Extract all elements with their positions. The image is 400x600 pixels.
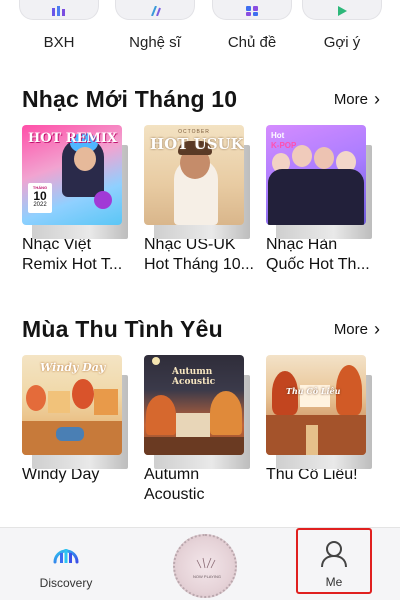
chart-bars-icon (52, 6, 65, 16)
cover-year: 2022 (33, 202, 47, 208)
category-topic[interactable]: Chủ đề (207, 0, 297, 51)
playlist-cover: Thu Cô Liêu (266, 355, 366, 455)
cover-title: Windy Day (40, 361, 106, 374)
more-button[interactable]: More › (334, 320, 380, 338)
disc-art-icon (196, 557, 216, 569)
more-label: More (333, 90, 368, 108)
playlist-cover: Autumn Acoustic (144, 355, 244, 455)
suggest-icon (338, 6, 347, 16)
playlist-title: Nhạc Việt Remix Hot T... (22, 236, 123, 273)
playlist-card[interactable]: Windy Day Windy Day (22, 355, 134, 485)
category-tile (302, 0, 382, 20)
section-title: Mùa Thu Tình Yêu (22, 316, 223, 342)
cover-title: Hot (271, 131, 285, 140)
cover-title: HOT USUK (150, 135, 244, 153)
playlist-card[interactable]: HOT REMIX THÁNG 10 2022 Nhạc Việt Remix … (22, 125, 134, 275)
nav-discovery[interactable]: Discovery (36, 528, 96, 600)
cover-title: Autumn Acoustic (172, 367, 216, 387)
playlist-cover: OCTOBER HOT USUK (144, 125, 244, 225)
category-label: Gợi ý (323, 34, 361, 51)
artist-icon (151, 6, 161, 16)
more-label: More (333, 320, 368, 338)
chevron-right-icon: › (374, 319, 380, 339)
category-label: Nghệ sĩ (129, 34, 181, 51)
topic-grid-icon (246, 6, 258, 16)
category-label: BXH (43, 34, 75, 51)
playlist-card[interactable]: Hot K-POP Nhạc Hàn Quốc Hot Th... (266, 125, 378, 275)
playlist-title: Nhạc Hàn Quốc Hot Th... (266, 236, 370, 273)
now-playing-disc[interactable]: NOW PLAYING (173, 534, 237, 598)
playlist-card[interactable]: OCTOBER HOT USUK Nhạc US-UK Hot Tháng 10… (144, 125, 256, 275)
now-playing-caption: NOW PLAYING (193, 574, 221, 579)
cover-title: HOT REMIX (28, 131, 118, 146)
playlist-cover: Hot K-POP (266, 125, 366, 225)
category-tile (115, 0, 195, 20)
playlist-title: Autumn Acoustic (144, 466, 205, 503)
cover-subtitle: K-POP (271, 141, 297, 150)
highlight-box (296, 528, 372, 594)
chevron-right-icon: › (374, 89, 380, 109)
discovery-icon (53, 549, 79, 564)
playlist-cover: Windy Day (22, 355, 122, 455)
category-row: BXH Nghệ sĩ Chủ đề Gợi ý (0, 0, 400, 68)
playlist-card[interactable]: Thu Cô Liêu Thu Cô Liêu! (266, 355, 378, 485)
playlist-card[interactable]: Autumn Acoustic Autumn Acoustic (144, 355, 256, 505)
more-button[interactable]: More › (334, 90, 380, 108)
category-label: Chủ đề (227, 34, 277, 51)
category-bxh[interactable]: BXH (14, 0, 104, 51)
playlist-title: Nhạc US-UK Hot Tháng 10... (144, 236, 254, 273)
category-suggest[interactable]: Gợi ý (297, 0, 387, 51)
cover-month: 10 (33, 189, 47, 203)
category-tile (19, 0, 99, 20)
nav-discovery-label: Discovery (39, 576, 93, 590)
category-artist[interactable]: Nghệ sĩ (110, 0, 200, 51)
cover-title: Thu Cô Liêu (286, 386, 341, 396)
section-title: Nhạc Mới Tháng 10 (22, 86, 238, 112)
category-tile (212, 0, 292, 20)
playlist-cover: HOT REMIX THÁNG 10 2022 (22, 125, 122, 225)
